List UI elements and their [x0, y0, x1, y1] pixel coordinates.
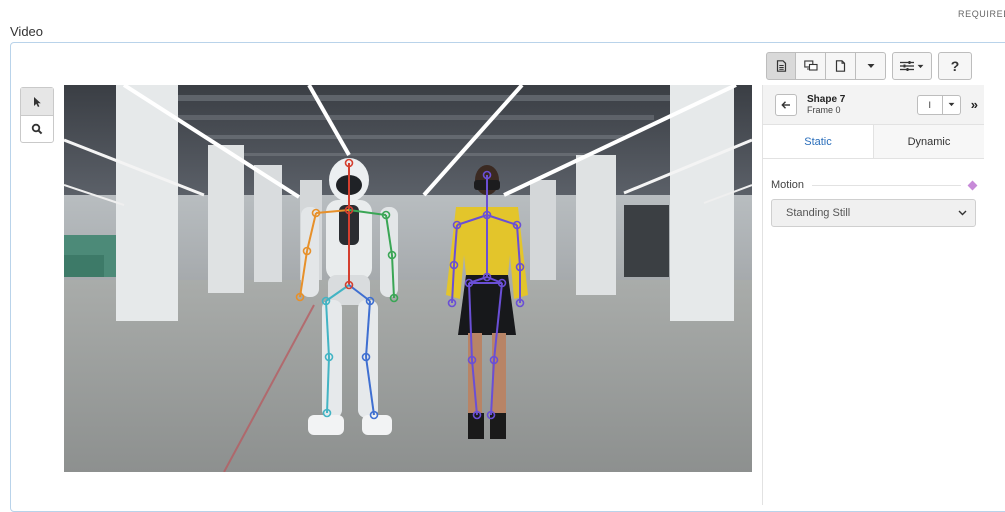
view-button-group	[766, 52, 886, 80]
tool-palette	[20, 87, 54, 143]
document-lines-icon	[776, 60, 786, 72]
view-dropdown-button[interactable]	[856, 52, 886, 80]
warehouse-background	[64, 85, 752, 472]
arrow-left-icon	[781, 100, 790, 109]
keyframe-diamond-icon[interactable]	[967, 180, 978, 190]
motion-label: Motion	[771, 179, 805, 191]
shape-header: Shape 7 Frame 0 I »	[763, 85, 984, 125]
previous-shape-button[interactable]	[775, 93, 797, 116]
blank-page-view-button[interactable]	[826, 52, 856, 80]
sliders-icon	[900, 61, 914, 71]
motion-select[interactable]: Standing Still	[771, 199, 976, 227]
next-shape-button[interactable]: »	[971, 97, 978, 112]
help-button[interactable]: ?	[938, 52, 972, 80]
attribute-tabs: Static Dynamic	[763, 125, 984, 159]
motion-field-header: Motion	[771, 179, 978, 191]
screens-icon	[803, 60, 818, 71]
magnifier-icon	[31, 123, 43, 135]
multi-screen-view-button[interactable]	[796, 52, 826, 80]
motion-selected-value: Standing Still	[786, 207, 851, 219]
cursor-arrow-icon	[34, 96, 41, 107]
pointer-tool-button[interactable]	[21, 88, 53, 115]
shape-action-split-button: I	[916, 94, 961, 115]
blank-document-icon	[835, 60, 846, 72]
chevron-down-icon	[958, 210, 967, 216]
zoom-tool-button[interactable]	[21, 115, 53, 142]
divider	[812, 184, 961, 186]
shape-info: Shape 7 Frame 0	[807, 94, 845, 116]
caret-down-icon	[948, 102, 955, 107]
required-label: REQUIRED	[958, 9, 1005, 19]
settings-menu-button[interactable]	[892, 52, 932, 80]
section-title: Video	[10, 24, 44, 39]
caret-down-icon	[917, 64, 924, 68]
frame-label: Frame 0	[807, 104, 841, 115]
annotation-toolbar: ?	[766, 52, 972, 80]
tab-dynamic[interactable]: Dynamic	[873, 125, 984, 158]
shape-action-dropdown[interactable]	[942, 94, 961, 115]
video-canvas[interactable]	[64, 85, 752, 472]
tab-static[interactable]: Static	[763, 125, 873, 158]
shape-action-button[interactable]: I	[916, 94, 943, 115]
shape-title: Shape 7	[807, 93, 846, 105]
document-view-button[interactable]	[766, 52, 796, 80]
shape-properties-panel: Shape 7 Frame 0 I » Static Dynamic Motio…	[762, 85, 984, 505]
caret-down-icon	[867, 64, 874, 68]
